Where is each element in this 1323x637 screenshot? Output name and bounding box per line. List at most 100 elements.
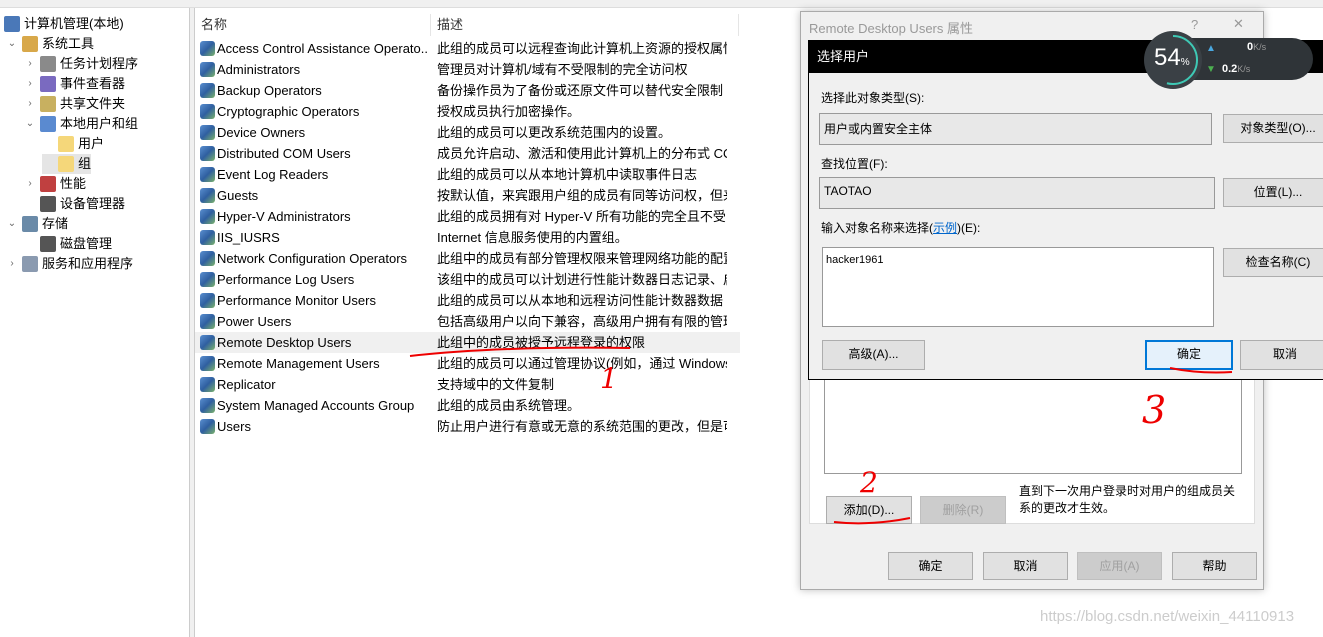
node-icon [40,176,56,192]
table-row[interactable]: Backup Operators 备份操作员为了备份或还原文件可以替代安全限制 [195,80,740,101]
tree-item[interactable]: ⌄ 存储 [6,214,68,234]
advanced-button[interactable]: 高级(A)... [822,340,925,370]
percent-value: 54 [1154,44,1181,71]
group-icon [200,377,215,392]
table-row[interactable]: Users 防止用户进行有意或无意的系统范围的更改，但是可... [195,416,740,437]
node-icon [40,116,56,132]
dialog-title: Remote Desktop Users 属性 [809,21,973,36]
group-icon [200,62,215,77]
navigation-tree: 计算机管理(本地) ⌄ 系统工具 › 任务计划程序 › 事件查看器 › 共享文件夹 ⌄ 本地用户和… [0,8,190,637]
location-label: 查找位置(F): [821,157,888,171]
tree-item-label: 磁盘管理 [60,236,113,251]
select-dialog-title: 选择用户 [817,49,870,64]
table-row[interactable]: IIS_IUSRS Internet 信息服务使用的内置组。 [195,227,740,248]
check-names-button[interactable]: 检查名称(C) [1223,248,1323,277]
group-icon [200,209,215,224]
group-icon [200,146,215,161]
tree-item[interactable]: ⌄ 本地用户和组 [24,114,138,134]
tree-item[interactable]: ⌄ 系统工具 [6,34,94,54]
chevron-right-icon[interactable]: › [24,54,36,74]
column-header-description[interactable]: 描述 [431,14,739,36]
tree-item[interactable]: › 事件查看器 [24,74,125,94]
tree-item-label: 共享文件夹 [60,96,126,111]
table-row[interactable]: System Managed Accounts Group 此组的成员由系统管理。 [195,395,740,416]
table-row[interactable]: Access Control Assistance Operato... 此组的成… [195,38,740,59]
group-name: Performance Log Users [217,272,355,287]
table-row[interactable]: Hyper-V Administrators 此组的成员拥有对 Hyper-V 所… [195,206,740,227]
table-row[interactable]: Replicator 支持域中的文件复制 [195,374,740,395]
object-types-button[interactable]: 对象类型(O)... [1223,114,1323,143]
select-cancel-button[interactable]: 取消 [1240,340,1323,370]
group-icon [200,83,215,98]
table-row[interactable]: Event Log Readers 此组的成员可以从本地计算机中读取事件日志 [195,164,740,185]
group-name: Remote Desktop Users [217,335,352,350]
select-ok-button[interactable]: 确定 [1145,340,1233,370]
table-row[interactable]: Performance Monitor Users 此组的成员可以从本地和远程访问… [195,290,740,311]
table-row[interactable]: Cryptographic Operators 授权成员执行加密操作。 [195,101,740,122]
tree-root-label: 计算机管理(本地) [24,16,124,31]
group-icon [200,398,215,413]
group-description: 备份操作员为了备份或还原文件可以替代安全限制 [437,83,724,98]
tree-item[interactable]: › 性能 [24,174,86,194]
table-row[interactable]: Administrators 管理员对计算机/域有不受限制的完全访问权 [195,59,740,80]
chevron-right-icon[interactable]: › [6,254,18,274]
tree-item-label: 组 [78,156,92,171]
chevron-down-icon[interactable]: ⌄ [6,34,18,54]
group-icon [200,293,215,308]
examples-link[interactable]: 示例 [933,221,957,235]
network-monitor-widget[interactable]: 54% ▲ ▼ 0K/s 0.2K/s [1143,30,1323,90]
add-button[interactable]: 添加(D)... [826,496,912,524]
group-icon [200,167,215,182]
table-row[interactable]: Remote Desktop Users 此组中的成员被授予远程登录的权限 [195,332,740,353]
tree-item[interactable]: › 共享文件夹 [24,94,125,114]
computer-icon [4,16,20,32]
tree-item[interactable]: 用户 [42,134,104,154]
group-name: Users [217,419,251,434]
column-header-name[interactable]: 名称 [195,14,431,36]
table-row[interactable]: Remote Management Users 此组的成员可以通过管理协议(例如，… [195,353,740,374]
chevron-down-icon[interactable]: ⌄ [24,114,36,134]
chevron-right-icon[interactable]: › [24,174,36,194]
members-list[interactable] [824,374,1242,474]
group-name: Device Owners [217,125,306,140]
download-value: 0.2 [1222,63,1238,75]
object-names-input[interactable]: hacker1961 [822,247,1214,327]
label-text: )(E): [957,221,981,235]
group-description: 该组中的成员可以计划进行性能计数器日志记录、启... [437,272,727,287]
group-name: Backup Operators [217,83,322,98]
group-name: Hyper-V Administrators [217,209,351,224]
table-row[interactable]: Guests 按默认值，来宾跟用户组的成员有同等访问权，但来... [195,185,740,206]
group-description: 包括高级用户以向下兼容，高级用户拥有有限的管理... [437,314,727,329]
table-row[interactable]: Performance Log Users 该组中的成员可以计划进行性能计数器日志… [195,269,740,290]
tree-root[interactable]: 计算机管理(本地) [4,14,124,34]
remove-button[interactable]: 删除(R) [920,496,1006,524]
node-icon [22,216,38,232]
folder-icon [58,156,74,172]
group-name: Power Users [217,314,292,329]
ok-button[interactable]: 确定 [888,552,973,580]
table-row[interactable]: Device Owners 此组的成员可以更改系统范围内的设置。 [195,122,740,143]
table-row[interactable]: Network Configuration Operators 此组中的成员有部分… [195,248,740,269]
tree-item[interactable]: › 服务和应用程序 [6,254,133,274]
tree-item[interactable]: 组 [42,154,92,174]
node-icon [22,36,38,52]
cancel-button[interactable]: 取消 [983,552,1068,580]
group-name: IIS_IUSRS [217,230,280,245]
help-button[interactable]: 帮助 [1172,552,1257,580]
tree-item[interactable]: 设备管理器 [24,194,125,214]
apply-button[interactable]: 应用(A) [1077,552,1162,580]
group-icon [200,104,215,119]
table-row[interactable]: Power Users 包括高级用户以向下兼容，高级用户拥有有限的管理... [195,311,740,332]
group-description: 此组中的成员被授予远程登录的权限 [437,335,646,350]
object-type-label: 选择此对象类型(S): [821,91,925,105]
tree-item-label: 存储 [42,216,69,231]
locations-button[interactable]: 位置(L)... [1223,178,1323,207]
table-row[interactable]: Distributed COM Users 成员允许启动、激活和使用此计算机上的分… [195,143,740,164]
membership-note: 直到下一次用户登录时对用户的组成员关系的更改才生效。 [1019,484,1236,515]
chevron-down-icon[interactable]: ⌄ [6,214,18,234]
folder-icon [58,136,74,152]
tree-item[interactable]: 磁盘管理 [24,234,112,254]
chevron-right-icon[interactable]: › [24,74,36,94]
tree-item[interactable]: › 任务计划程序 [24,54,138,74]
chevron-right-icon[interactable]: › [24,94,36,114]
